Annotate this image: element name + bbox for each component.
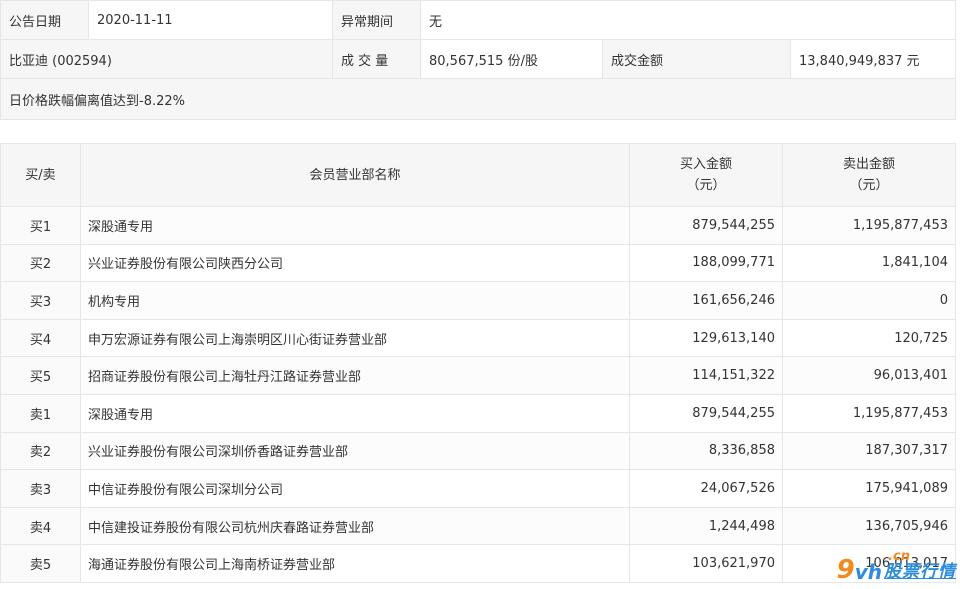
seat-side: 卖5 (0, 544, 81, 583)
sell-amount: 136,705,946 (782, 506, 956, 546)
table-row: 卖3 中信证券股份有限公司深圳分公司 24,067,526 175,941,089 (0, 469, 956, 508)
buy-amount: 114,151,322 (629, 356, 783, 395)
abnormal-period-label: 异常期间 (332, 0, 421, 40)
turnover-value: 13,840,949,837 元 (789, 39, 957, 79)
header-buy-amount: 买入金额 （元） (629, 143, 783, 207)
announcement-info-table: 公告日期 2020-11-11 异常期间 无 比亚迪 (002594) 成 交 … (0, 0, 957, 120)
member-name: 中信证券股份有限公司深圳分公司 (80, 469, 630, 508)
sell-amount: 96,013,401 (782, 356, 956, 395)
table-row: 卖1 深股通专用 879,544,255 1,195,877,453 (0, 393, 956, 433)
header-sell-line1: 卖出金额 (842, 157, 895, 172)
buy-amount: 24,067,526 (629, 469, 783, 508)
buy-amount: 879,544,255 (629, 206, 783, 245)
member-name: 机构专用 (80, 281, 630, 320)
header-buy-line1: 买入金额 (679, 157, 732, 172)
member-name: 深股通专用 (80, 206, 630, 245)
table-row: 买4 申万宏源证券有限公司上海崇明区川心街证券营业部 129,613,140 120,… (0, 318, 956, 358)
member-name: 海通证券股份有限公司上海南桥证券营业部 (80, 544, 630, 583)
sell-amount: 106,013,017 (782, 544, 956, 583)
header-sell-amount: 卖出金额 （元） (782, 143, 956, 207)
buy-amount: 879,544,255 (629, 393, 783, 433)
buy-amount: 161,656,246 (629, 281, 783, 320)
member-name: 深股通专用 (80, 393, 630, 433)
abnormal-period: 无 (419, 0, 957, 40)
header-sell-line2: （元） (849, 178, 889, 193)
seat-side: 卖1 (0, 393, 81, 433)
header-side: 买/卖 (0, 143, 81, 207)
sell-amount: 0 (782, 281, 956, 320)
sell-amount: 1,195,877,453 (782, 393, 956, 433)
member-name: 中信建投证券股份有限公司杭州庆春路证券营业部 (80, 506, 630, 546)
sell-amount: 120,725 (782, 318, 956, 358)
buy-amount: 1,244,498 (629, 506, 783, 546)
stock-name: 比亚迪 (002594) (0, 39, 333, 79)
table-row: 卖2 兴业证券股份有限公司深圳侨香路证券营业部 8,336,858 187,307,3… (0, 431, 956, 471)
table-row: 买5 招商证券股份有限公司上海牡丹江路证券营业部 114,151,322 96,013… (0, 356, 956, 395)
member-name: 招商证券股份有限公司上海牡丹江路证券营业部 (80, 356, 630, 395)
seat-side: 买3 (0, 281, 81, 320)
buy-amount: 8,336,858 (629, 431, 783, 471)
announce-date-label: 公告日期 (0, 0, 89, 40)
table-row: 买1 深股通专用 879,544,255 1,195,877,453 (0, 206, 956, 245)
volume-label: 成 交 量 (332, 39, 421, 79)
seat-side: 卖4 (0, 506, 81, 546)
announce-date: 2020-11-11 (88, 0, 333, 40)
table-row: 买3 机构专用 161,656,246 0 (0, 281, 956, 320)
table-row: 买2 兴业证券股份有限公司陕西分公司 188,099,771 1,841,104 (0, 243, 956, 283)
seat-side: 买5 (0, 356, 81, 395)
seat-side: 买4 (0, 318, 81, 358)
buy-amount: 103,621,970 (629, 544, 783, 583)
seat-side: 卖3 (0, 469, 81, 508)
sell-amount: 1,195,877,453 (782, 206, 956, 245)
buy-amount: 188,099,771 (629, 243, 783, 283)
member-name: 申万宏源证券有限公司上海崇明区川心街证券营业部 (80, 318, 630, 358)
seat-side: 卖2 (0, 431, 81, 471)
sell-amount: 187,307,317 (782, 431, 956, 471)
member-name: 兴业证券股份有限公司深圳侨香路证券营业部 (80, 431, 630, 471)
buy-amount: 129,613,140 (629, 318, 783, 358)
header-buy-line2: （元） (686, 178, 726, 193)
member-name: 兴业证券股份有限公司陕西分公司 (80, 243, 630, 283)
volume-value: 80,567,515 份/股 (420, 39, 603, 79)
seat-side: 买1 (0, 206, 81, 245)
turnover-label: 成交金额 (602, 39, 791, 79)
table-header-row: 买/卖 会员营业部名称 买入金额 （元） 卖出金额 （元） (0, 143, 956, 207)
abnormal-reason: 日价格跌幅偏离值达到-8.22% (0, 78, 957, 120)
sell-amount: 1,841,104 (782, 243, 956, 283)
header-member: 会员营业部名称 (80, 143, 630, 207)
sell-amount: 175,941,089 (782, 469, 956, 508)
table-row: 卖4 中信建投证券股份有限公司杭州庆春路证券营业部 1,244,498 136,705… (0, 506, 956, 546)
seat-side: 买2 (0, 243, 81, 283)
trading-seats-table: 买/卖 会员营业部名称 买入金额 （元） 卖出金额 （元） 买1 深股通专用 879… (0, 143, 956, 583)
table-row: 卖5 海通证券股份有限公司上海南桥证券营业部 103,621,970 106,013,… (0, 544, 956, 583)
